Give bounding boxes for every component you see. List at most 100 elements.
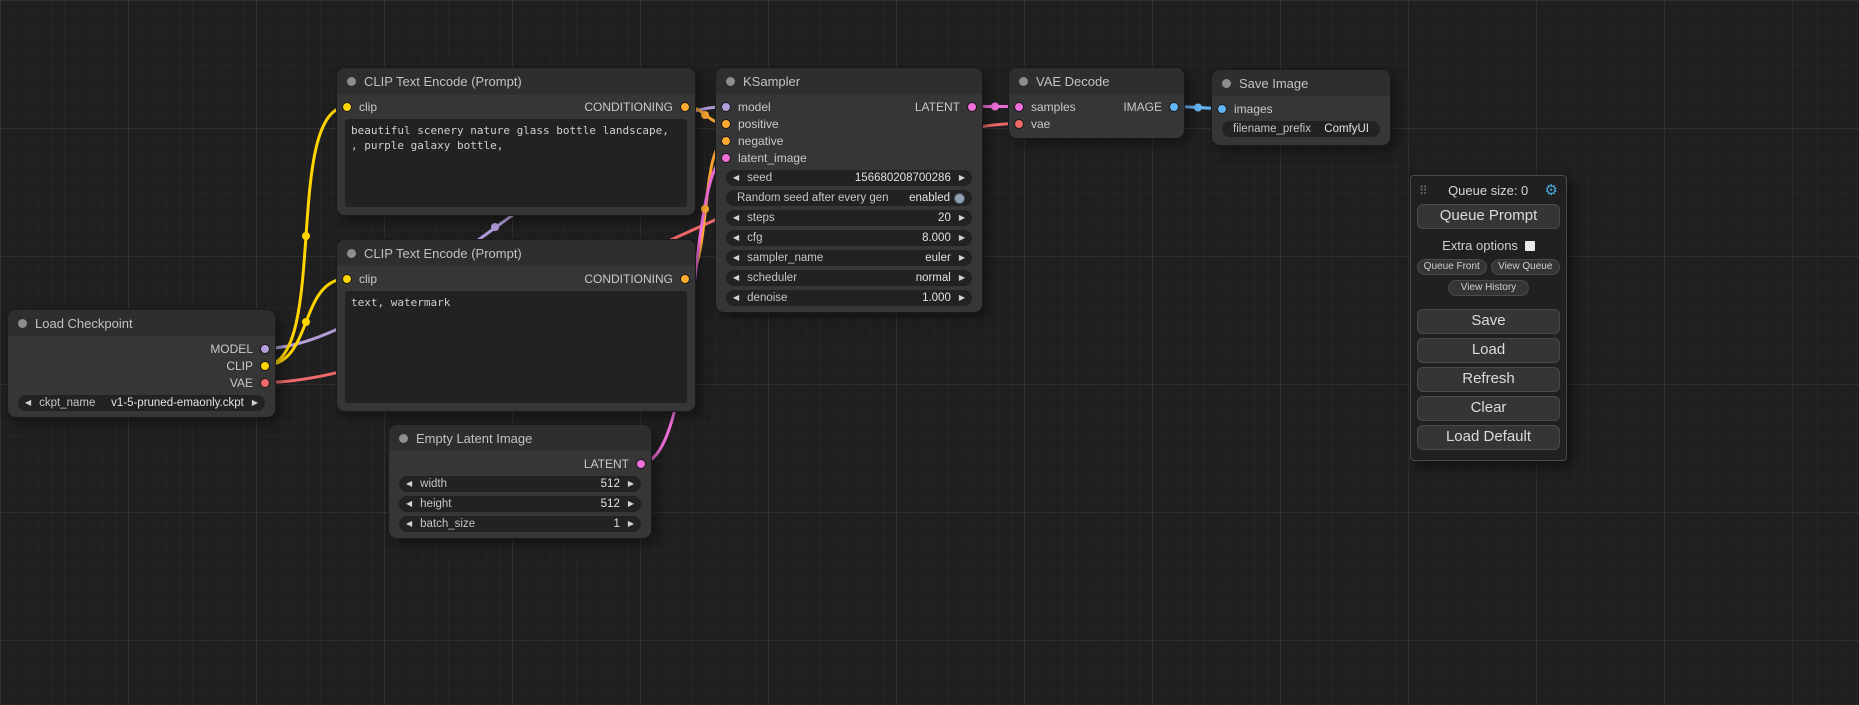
decrement-arrow-icon[interactable]: ◀ <box>733 174 739 182</box>
scheduler-widget[interactable]: ◀ scheduler normal ▶ <box>726 270 972 286</box>
link-midpoint-dot <box>701 111 709 119</box>
collapse-dot-icon[interactable] <box>347 249 356 258</box>
increment-arrow-icon[interactable]: ▶ <box>959 254 965 262</box>
settings-gear-icon[interactable]: ⚙ <box>1545 183 1558 198</box>
slot-row: CLIP <box>8 357 275 374</box>
images-input-slot[interactable] <box>1217 104 1227 114</box>
slot-row: images <box>1212 100 1390 117</box>
node-title-bar[interactable]: Empty Latent Image <box>389 425 651 451</box>
save-button[interactable]: Save <box>1417 309 1560 334</box>
decrement-arrow-icon[interactable]: ◀ <box>733 274 739 282</box>
seed-widget[interactable]: ◀ seed 156680208700286 ▶ <box>726 170 972 186</box>
clip-input-slot[interactable] <box>342 274 352 284</box>
width-widget[interactable]: ◀ width 512 ▶ <box>399 476 641 492</box>
widget-label: steps <box>747 212 775 224</box>
drag-handle-icon[interactable]: ⠿ <box>1419 184 1428 198</box>
slot-label: clip <box>359 272 377 286</box>
view-queue-button[interactable]: View Queue <box>1491 259 1561 275</box>
latent-output-slot[interactable] <box>967 102 977 112</box>
model-output-slot[interactable] <box>260 344 270 354</box>
steps-widget[interactable]: ◀ steps 20 ▶ <box>726 210 972 226</box>
decrement-arrow-icon[interactable]: ◀ <box>733 214 739 222</box>
node-clip-text-encode-positive[interactable]: CLIP Text Encode (Prompt) clip CONDITION… <box>337 68 695 215</box>
collapse-dot-icon[interactable] <box>399 434 408 443</box>
ckpt-name-widget[interactable]: ◀ ckpt_name v1-5-pruned-emaonly.ckpt ▶ <box>18 395 265 411</box>
decrement-arrow-icon[interactable]: ◀ <box>406 500 412 508</box>
vae-input-slot[interactable] <box>1014 119 1024 129</box>
collapse-dot-icon[interactable] <box>347 77 356 86</box>
height-widget[interactable]: ◀ height 512 ▶ <box>399 496 641 512</box>
link-midpoint-dot <box>491 223 499 231</box>
toggle-knob[interactable] <box>954 193 965 204</box>
decrement-arrow-icon[interactable]: ◀ <box>733 234 739 242</box>
node-clip-text-encode-negative[interactable]: CLIP Text Encode (Prompt) clip CONDITION… <box>337 240 695 411</box>
node-title-bar[interactable]: VAE Decode <box>1009 68 1184 94</box>
slot-label: LATENT <box>915 100 960 114</box>
filename-prefix-widget[interactable]: filename_prefix ComfyUI <box>1222 121 1380 137</box>
decrement-arrow-icon[interactable]: ◀ <box>406 520 412 528</box>
decrement-arrow-icon[interactable]: ◀ <box>733 254 739 262</box>
increment-arrow-icon[interactable]: ▶ <box>959 214 965 222</box>
refresh-button[interactable]: Refresh <box>1417 367 1560 392</box>
node-title-bar[interactable]: Save Image <box>1212 70 1390 96</box>
increment-arrow-icon[interactable]: ▶ <box>959 274 965 282</box>
model-input-slot[interactable] <box>721 102 731 112</box>
collapse-dot-icon[interactable] <box>1019 77 1028 86</box>
samples-input-slot[interactable] <box>1014 102 1024 112</box>
widget-value: 20 <box>775 212 951 224</box>
clear-button[interactable]: Clear <box>1417 396 1560 421</box>
positive-prompt-textarea[interactable]: beautiful scenery nature glass bottle la… <box>345 119 687 207</box>
random-seed-toggle-widget[interactable]: Random seed after every gen enabled <box>726 190 972 206</box>
node-graph-canvas[interactable]: Load Checkpoint MODEL CLIP VAE ◀ ckpt_na… <box>0 0 1859 705</box>
widget-label: ckpt_name <box>39 397 95 409</box>
latent-image-input-slot[interactable] <box>721 153 731 163</box>
node-load-checkpoint[interactable]: Load Checkpoint MODEL CLIP VAE ◀ ckpt_na… <box>8 310 275 417</box>
widget-value: 156680208700286 <box>772 172 951 184</box>
vae-output-slot[interactable] <box>260 378 270 388</box>
negative-input-slot[interactable] <box>721 136 731 146</box>
increment-arrow-icon[interactable]: ▶ <box>959 294 965 302</box>
node-vae-decode[interactable]: VAE Decode samples IMAGE vae <box>1009 68 1184 138</box>
slot-row: negative <box>716 132 982 149</box>
latent-output-slot[interactable] <box>636 459 646 469</box>
node-title-bar[interactable]: CLIP Text Encode (Prompt) <box>337 240 695 266</box>
widget-value: 1.000 <box>787 292 950 304</box>
conditioning-output-slot[interactable] <box>680 274 690 284</box>
extra-options-checkbox[interactable] <box>1525 241 1535 251</box>
load-button[interactable]: Load <box>1417 338 1560 363</box>
cfg-widget[interactable]: ◀ cfg 8.000 ▶ <box>726 230 972 246</box>
queue-prompt-button[interactable]: Queue Prompt <box>1417 204 1560 229</box>
increment-arrow-icon[interactable]: ▶ <box>628 480 634 488</box>
node-title-bar[interactable]: CLIP Text Encode (Prompt) <box>337 68 695 94</box>
positive-input-slot[interactable] <box>721 119 731 129</box>
negative-prompt-textarea[interactable]: text, watermark <box>345 291 687 403</box>
sampler-name-widget[interactable]: ◀ sampler_name euler ▶ <box>726 250 972 266</box>
decrement-arrow-icon[interactable]: ◀ <box>406 480 412 488</box>
collapse-dot-icon[interactable] <box>1222 79 1231 88</box>
node-title-bar[interactable]: Load Checkpoint <box>8 310 275 336</box>
node-empty-latent-image[interactable]: Empty Latent Image LATENT ◀ width 512 ▶ … <box>389 425 651 538</box>
decrement-arrow-icon[interactable]: ◀ <box>733 294 739 302</box>
load-default-button[interactable]: Load Default <box>1417 425 1560 450</box>
increment-arrow-icon[interactable]: ▶ <box>959 234 965 242</box>
clip-input-slot[interactable] <box>342 102 352 112</box>
batch-size-widget[interactable]: ◀ batch_size 1 ▶ <box>399 516 641 532</box>
denoise-widget[interactable]: ◀ denoise 1.000 ▶ <box>726 290 972 306</box>
decrement-arrow-icon[interactable]: ◀ <box>25 399 31 407</box>
node-ksampler[interactable]: KSampler model LATENT positive negative … <box>716 68 982 312</box>
increment-arrow-icon[interactable]: ▶ <box>959 174 965 182</box>
node-save-image[interactable]: Save Image images filename_prefix ComfyU… <box>1212 70 1390 145</box>
collapse-dot-icon[interactable] <box>726 77 735 86</box>
collapse-dot-icon[interactable] <box>18 319 27 328</box>
node-title-bar[interactable]: KSampler <box>716 68 982 94</box>
view-history-button[interactable]: View History <box>1448 280 1529 296</box>
increment-arrow-icon[interactable]: ▶ <box>628 500 634 508</box>
queue-front-button[interactable]: Queue Front <box>1417 259 1487 275</box>
increment-arrow-icon[interactable]: ▶ <box>628 520 634 528</box>
widget-value: normal <box>797 272 951 284</box>
clip-output-slot[interactable] <box>260 361 270 371</box>
slot-label: LATENT <box>584 457 629 471</box>
increment-arrow-icon[interactable]: ▶ <box>252 399 258 407</box>
conditioning-output-slot[interactable] <box>680 102 690 112</box>
image-output-slot[interactable] <box>1169 102 1179 112</box>
